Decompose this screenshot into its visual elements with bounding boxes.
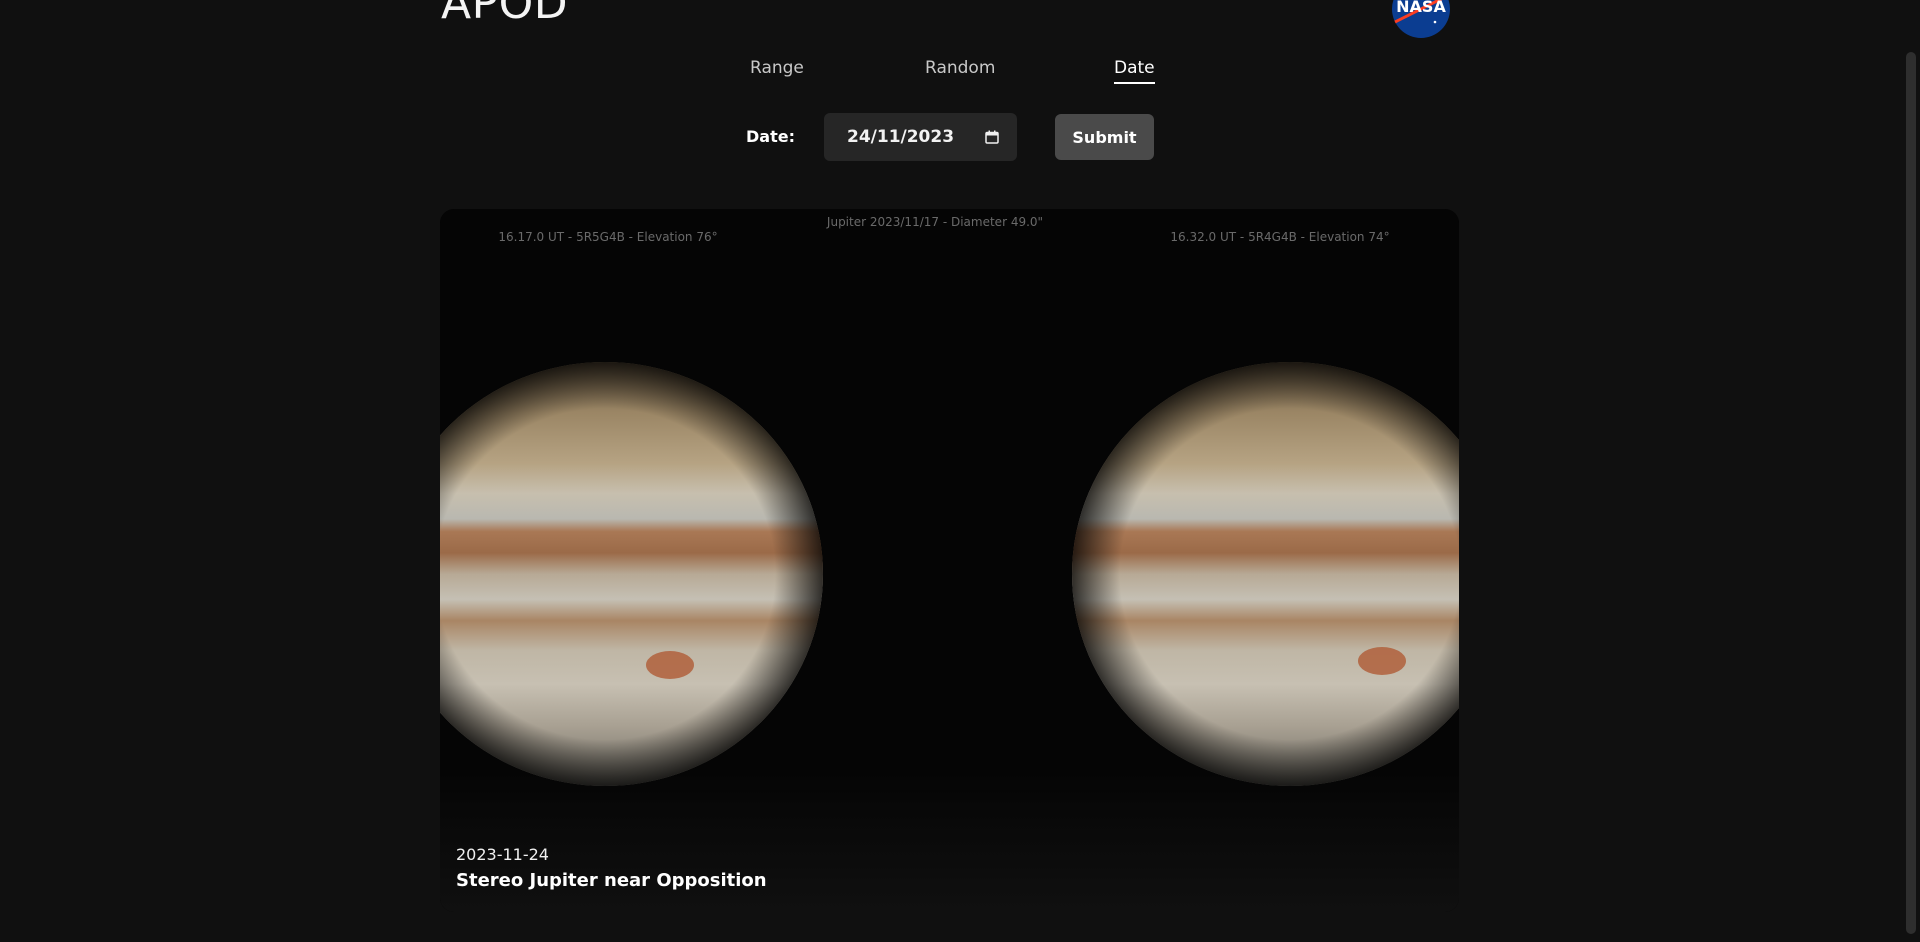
scrollbar-thumb[interactable] [1906, 52, 1916, 934]
calendar-icon[interactable] [985, 130, 999, 144]
card-overlay [440, 772, 1459, 912]
apod-title: Stereo Jupiter near Opposition [456, 870, 767, 891]
date-input[interactable]: 24/11/2023 [824, 113, 1017, 161]
apod-date: 2023-11-24 [456, 845, 549, 864]
apod-card[interactable]: Jupiter 2023/11/17 - Diameter 49.0" 16.1… [440, 209, 1459, 912]
tab-range[interactable]: Range [750, 58, 804, 82]
app-title: APOD [441, 0, 569, 29]
submit-button[interactable]: Submit [1055, 114, 1154, 160]
nasa-logo-text: NASA [1396, 0, 1446, 16]
tab-date[interactable]: Date [1114, 58, 1155, 84]
image-caption-left: 16.17.0 UT - 5R5G4B - Elevation 76° [498, 230, 717, 244]
date-input-value: 24/11/2023 [847, 127, 955, 147]
image-caption-top: Jupiter 2023/11/17 - Diameter 49.0" [826, 215, 1043, 229]
tab-bar: Range Random Date [0, 58, 1920, 88]
image-caption-right: 16.32.0 UT - 5R4G4B - Elevation 74° [1170, 230, 1389, 244]
tab-random[interactable]: Random [925, 58, 995, 82]
nasa-logo[interactable]: NASA [1391, 0, 1451, 40]
date-label: Date: [746, 127, 795, 146]
